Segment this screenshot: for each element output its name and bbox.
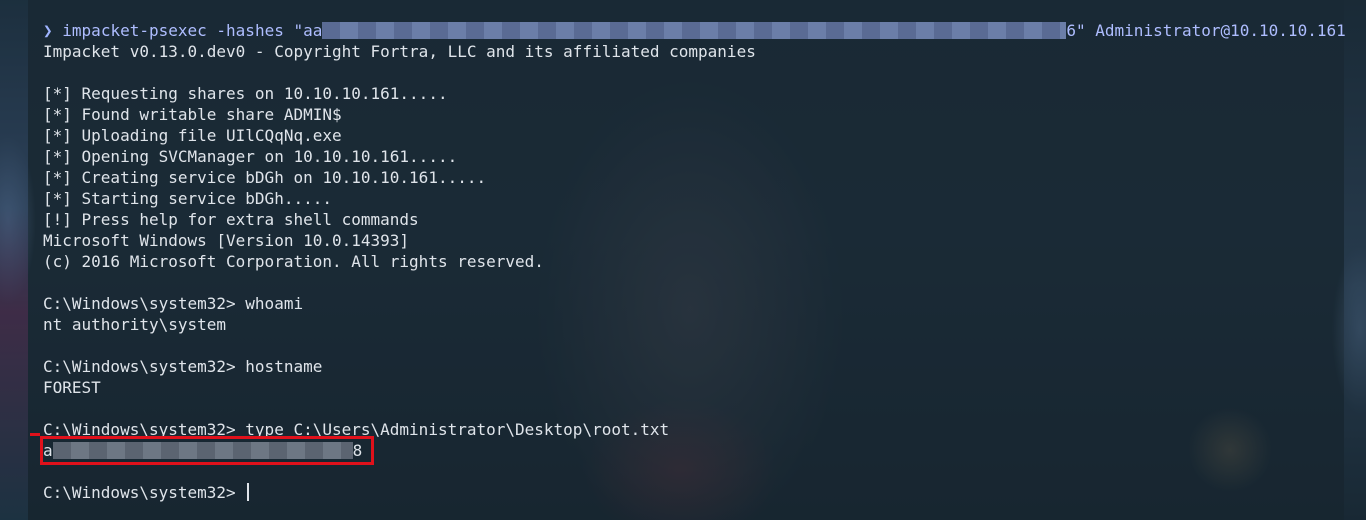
output-line: FOREST xyxy=(43,378,101,397)
output-line: [*] Creating service bDGh on 10.10.10.16… xyxy=(43,168,487,187)
output-line: [*] Opening SVCManager on 10.10.10.161..… xyxy=(43,147,458,166)
flag-highlight-box xyxy=(40,436,374,465)
command-line: ❯ impacket-psexec -hashes "aa 6" Administ… xyxy=(43,20,1346,41)
output-line: Impacket v0.13.0.dev0 - Copyright Fortra… xyxy=(43,42,756,61)
output-line: nt authority\system xyxy=(43,315,227,334)
output-line: [*] Requesting shares on 10.10.10.161...… xyxy=(43,84,448,103)
text-cursor xyxy=(247,483,250,501)
command-suffix: 6" Administrator@10.10.10.161 xyxy=(1066,21,1346,40)
output-line: [*] Found writable share ADMIN$ xyxy=(43,105,342,124)
redacted-hash xyxy=(322,22,1067,39)
output-line: [*] Starting service bDGh..... xyxy=(43,189,332,208)
output-line: C:\Windows\system32> whoami xyxy=(43,294,304,313)
annotation-tick xyxy=(30,433,40,436)
output-line: Microsoft Windows [Version 10.0.14393] xyxy=(43,231,410,250)
output-line: [*] Uploading file UIlCQqNq.exe xyxy=(43,126,342,145)
final-prompt: C:\Windows\system32> xyxy=(43,483,246,502)
command-prefix: impacket-psexec -hashes "aa xyxy=(62,21,323,40)
output-line: [!] Press help for extra shell commands xyxy=(43,210,419,229)
final-prompt-line[interactable]: C:\Windows\system32> xyxy=(43,482,250,503)
output-line: (c) 2016 Microsoft Corporation. All righ… xyxy=(43,252,544,271)
output-line: C:\Windows\system32> hostname xyxy=(43,357,323,376)
prompt-arrow-icon: ❯ xyxy=(43,21,53,40)
